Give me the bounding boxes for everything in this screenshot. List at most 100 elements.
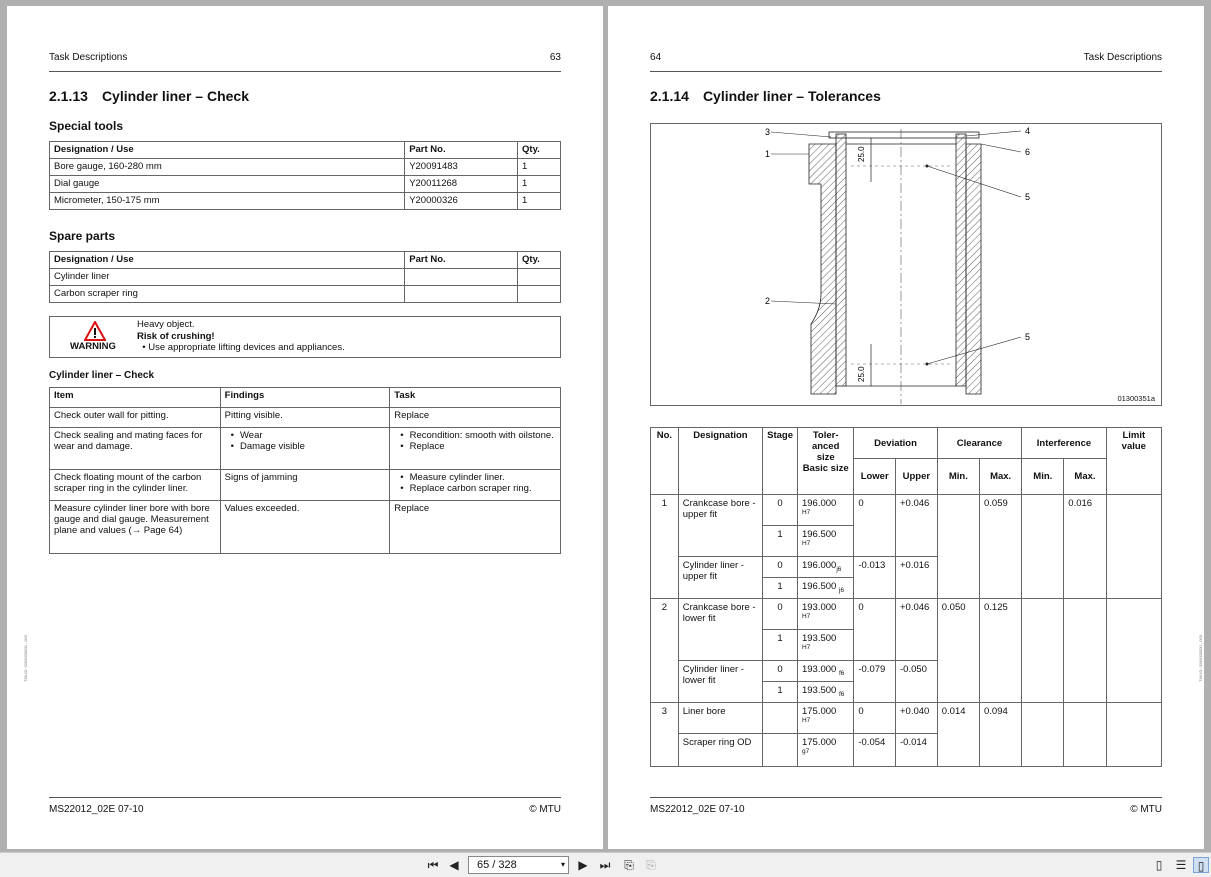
table-cell: -0.014 [895,733,938,767]
col-header: Designation / Use [48,141,406,159]
table-cell: -0.050 [895,660,938,703]
previous-page-icon[interactable]: ◀ [446,857,462,873]
side-note: TIM-ID: 0000000000 - 003 [23,635,28,682]
table-cell: 1 [517,175,561,193]
single-page-view-icon[interactable]: ▯ [1151,857,1167,873]
table-cell: 0 [853,494,896,557]
list-item: Wear [231,430,386,441]
table-cell [517,285,561,303]
continuous-view-icon[interactable]: ☰ [1173,857,1189,873]
table-cell: Pitting visible. [219,407,391,428]
table-cell: 175.000 g7 [796,733,855,767]
list-item: Damage visible [231,441,386,452]
table-cell: Liner bore [677,702,764,734]
table-row: Check floating mount of the carbon scrap… [49,469,561,501]
table-cell: 193.500 f6 [796,681,855,703]
table-cell: 0.050 [936,598,981,703]
section-title: 2.1.13 Cylinder liner – Check [49,88,249,104]
cylinder-liner-drawing: 25.0 25.0 3 1 2 4 6 5 5 01300351a [650,123,1162,406]
header-title: Task Descriptions [1083,52,1162,63]
table-cell: Y20000326 [404,192,519,210]
tolerances-table: No. Designation Stage Toler-anced size B… [650,427,1163,767]
section-title-text: Cylinder liner – Check [101,88,249,104]
col-header: Item [49,387,221,408]
table-row: Check sealing and mating faces for wear … [49,427,561,470]
section-title-text: Cylinder liner – Tolerances [702,88,881,104]
table-cell [1021,702,1065,767]
table-cell: 196.500 H7 [796,525,855,557]
table-cell: +0.016 [895,556,938,599]
running-footer: MS22012_02E 07-10 © MTU [49,797,561,815]
table-row: Bore gauge, 160-280 mm Y20091483 1 [48,158,561,176]
header-line: Basic size [802,463,849,474]
check-heading: Cylinder liner – Check [49,370,155,381]
col-header: Min. [936,458,981,495]
table-cell: Check sealing and mating faces for wear … [49,427,221,470]
dimension-label: 25.0 [857,366,866,382]
table-cell: 0 [853,702,896,734]
table-cell: 175.000 H7 [796,702,855,734]
go-back-icon[interactable]: ⎘ [621,857,637,873]
col-header: Qty. [517,251,561,269]
doc-code: MS22012_02E 07-10 [650,804,745,815]
doc-code: MS22012_02E 07-10 [49,804,144,815]
table-cell [404,285,519,303]
table-cell: 193.000 f6 [796,660,855,682]
table-cell: 0 [762,660,798,682]
table-cell [1021,598,1065,703]
table-row: Cylinder liner [48,268,561,286]
table-cell: Measure cylinder liner bore with bore ga… [49,500,221,554]
two-page-view-icon[interactable]: ▯ [1193,857,1209,873]
next-page-icon[interactable]: ▶ [575,857,591,873]
table-cell: Y20011268 [404,175,519,193]
first-page-icon[interactable]: ⏮ [425,857,441,873]
table-cell [1105,598,1163,703]
special-tools-table: Designation / Use Part No. Qty. Bore gau… [48,141,561,210]
list-item: Replace [400,441,556,452]
right-page: TIM-ID: 0000000000 - 003 64 Task Descrip… [608,6,1204,849]
table-cell: 1 [517,192,561,210]
callout-label: 1 [765,149,770,159]
table-cell: 0.125 [978,598,1023,703]
col-header: Max. [1063,458,1107,495]
section-title: 2.1.14 Cylinder liner – Tolerances [650,88,881,104]
spare-parts-heading: Spare parts [49,229,116,243]
col-header: Designation [677,427,764,495]
list-item: Recondition: smooth with oilstone. [400,430,556,441]
callout-label: 2 [765,296,770,306]
table-cell: 0.016 [1063,494,1107,599]
callout-label: 5 [1025,332,1030,342]
col-header: Max. [978,458,1023,495]
col-header: Stage [762,427,798,495]
table-row: Check outer wall for pitting. Pitting vi… [49,407,561,428]
table-cell: Micrometer, 150-175 mm [48,192,406,210]
chevron-down-icon[interactable]: ▾ [561,857,565,873]
col-header: Clearance [936,427,1023,459]
table-cell [762,733,798,767]
last-page-icon[interactable]: ⏭ [597,857,613,873]
table-header-row: Designation / Use Part No. Qty. [48,141,561,159]
col-header: Designation / Use [48,251,406,269]
go-forward-icon[interactable]: ⎘ [643,857,659,873]
table-cell: 0 [762,494,798,526]
col-header: Toler-anced size Basic size [796,427,855,495]
copyright: © MTU [529,804,561,815]
dimension-label: 25.0 [857,146,866,162]
section-number: 2.1.14 [650,88,689,104]
table-cell: Crankcase bore - upper fit [677,494,764,557]
table-cell: 196.500 j6 [796,577,855,599]
warning-line: Risk of crushing! [137,330,215,342]
running-footer: MS22012_02E 07-10 © MTU [650,797,1162,815]
table-cell: +0.046 [895,598,938,661]
page-number-input[interactable]: 65 / 328 ▾ [468,856,569,874]
table-row: 3 Liner bore 175.000 H7 0 +0.040 0.014 0.… [650,702,1163,767]
table-cell: 1 [762,577,798,599]
col-header: No. [650,427,679,495]
list-item: Measure cylinder liner. [400,472,556,483]
table-cell: +0.040 [895,702,938,734]
table-cell: -0.054 [853,733,896,767]
col-header: Deviation [853,427,938,459]
table-cell: Check outer wall for pitting. [49,407,221,428]
table-cell: Y20091483 [404,158,519,176]
table-cell: Values exceeded. [219,500,391,554]
